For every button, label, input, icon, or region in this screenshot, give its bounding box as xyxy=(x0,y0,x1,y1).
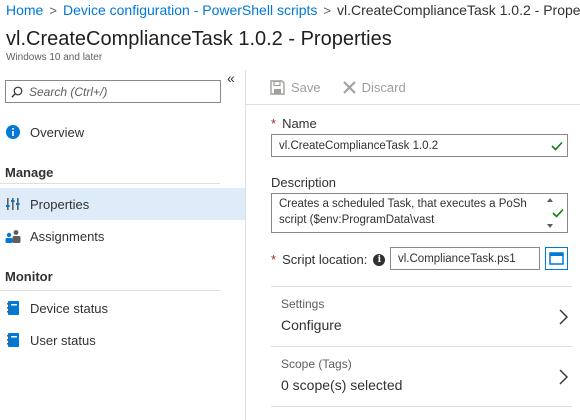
settings-card-value: Configure xyxy=(281,317,342,333)
command-bar: Save Discard xyxy=(270,77,428,97)
save-button[interactable]: Save xyxy=(270,80,321,95)
chevron-right-icon xyxy=(559,369,568,385)
notebook-icon xyxy=(5,300,21,316)
chevron-right-icon xyxy=(559,309,568,325)
breadcrumb: Home > Device configuration - PowerShell… xyxy=(6,1,580,19)
notebook-icon xyxy=(5,332,21,348)
scope-tags-card-value: 0 scope(s) selected xyxy=(281,377,403,393)
required-marker: * xyxy=(271,116,277,131)
page-title: vl.CreateComplianceTask 1.0.2 - Properti… xyxy=(6,28,392,50)
check-icon xyxy=(551,141,563,151)
scroll-down-arrow-icon[interactable] xyxy=(547,224,553,228)
breadcrumb-separator: > xyxy=(323,2,331,18)
info-icon[interactable]: i xyxy=(373,253,386,266)
description-label: Description xyxy=(271,175,337,190)
breadcrumb-separator: > xyxy=(49,2,57,18)
close-icon xyxy=(342,80,356,94)
name-field-value: vl.CreateComplianceTask 1.0.2 xyxy=(279,139,439,152)
section-header-monitor: Monitor xyxy=(5,269,53,284)
sidebar-item-overview[interactable]: Overview xyxy=(0,116,245,148)
folder-icon xyxy=(549,252,564,265)
sidebar-item-label: Device status xyxy=(30,300,109,316)
section-divider xyxy=(0,183,220,184)
browse-file-button[interactable] xyxy=(545,247,568,270)
sliders-icon xyxy=(5,196,21,212)
section-header-manage: Manage xyxy=(5,165,54,180)
settings-card[interactable]: Settings Configure xyxy=(271,286,572,346)
sidebar-item-label: Properties xyxy=(30,196,90,212)
collapse-menu-button[interactable]: « xyxy=(227,71,241,86)
left-nav-pane: « Overview Manage Properties xyxy=(0,70,246,420)
save-button-label: Save xyxy=(291,79,321,95)
info-circle-icon xyxy=(5,124,21,140)
name-field[interactable]: vl.CreateComplianceTask 1.0.2 xyxy=(271,134,568,157)
sidebar-item-device-status[interactable]: Device status xyxy=(0,292,245,324)
sidebar-item-assignments[interactable]: Assignments xyxy=(0,220,245,252)
scope-tags-card-label: Scope (Tags) xyxy=(281,357,352,371)
sidebar-item-label: Overview xyxy=(30,124,85,140)
settings-card-label: Settings xyxy=(281,297,325,311)
name-label: * Name xyxy=(271,116,317,131)
sidebar-item-label: User status xyxy=(30,332,96,348)
scope-tags-card[interactable]: Scope (Tags) 0 scope(s) selected xyxy=(271,346,572,406)
script-location-field: vl.ComplianceTask.ps1 xyxy=(390,247,540,270)
description-field-value: Creates a scheduled Task, that executes … xyxy=(279,198,527,226)
search-box[interactable] xyxy=(5,80,221,103)
breadcrumb-current: vl.CreateComplianceTask 1.0.2 - Properti… xyxy=(337,2,580,18)
search-input[interactable] xyxy=(29,84,209,99)
script-location-label-text: Script location: xyxy=(282,252,368,267)
name-label-text: Name xyxy=(282,116,317,131)
save-icon xyxy=(270,79,285,95)
sidebar-item-label: Assignments xyxy=(30,228,105,244)
search-icon xyxy=(11,86,23,98)
required-marker: * xyxy=(271,252,277,267)
discard-button-label: Discard xyxy=(361,79,406,95)
page-subtitle: Windows 10 and later xyxy=(6,52,103,63)
scroll-up-arrow-icon[interactable] xyxy=(547,198,553,202)
check-icon xyxy=(552,208,564,218)
script-location-label: * Script location: i xyxy=(271,252,386,267)
discard-button[interactable]: Discard xyxy=(342,79,406,95)
script-location-value: vl.ComplianceTask.ps1 xyxy=(398,252,516,265)
breadcrumb-device-configuration-link[interactable]: Device configuration - PowerShell script… xyxy=(63,2,317,18)
card-divider xyxy=(271,406,572,407)
toolbar-divider xyxy=(246,104,580,105)
description-field[interactable]: Creates a scheduled Task, that executes … xyxy=(271,193,568,233)
users-icon xyxy=(5,228,21,244)
sidebar-item-user-status[interactable]: User status xyxy=(0,324,245,356)
section-divider xyxy=(0,290,220,291)
sidebar-item-properties[interactable]: Properties xyxy=(0,188,245,220)
breadcrumb-home-link[interactable]: Home xyxy=(6,2,43,18)
